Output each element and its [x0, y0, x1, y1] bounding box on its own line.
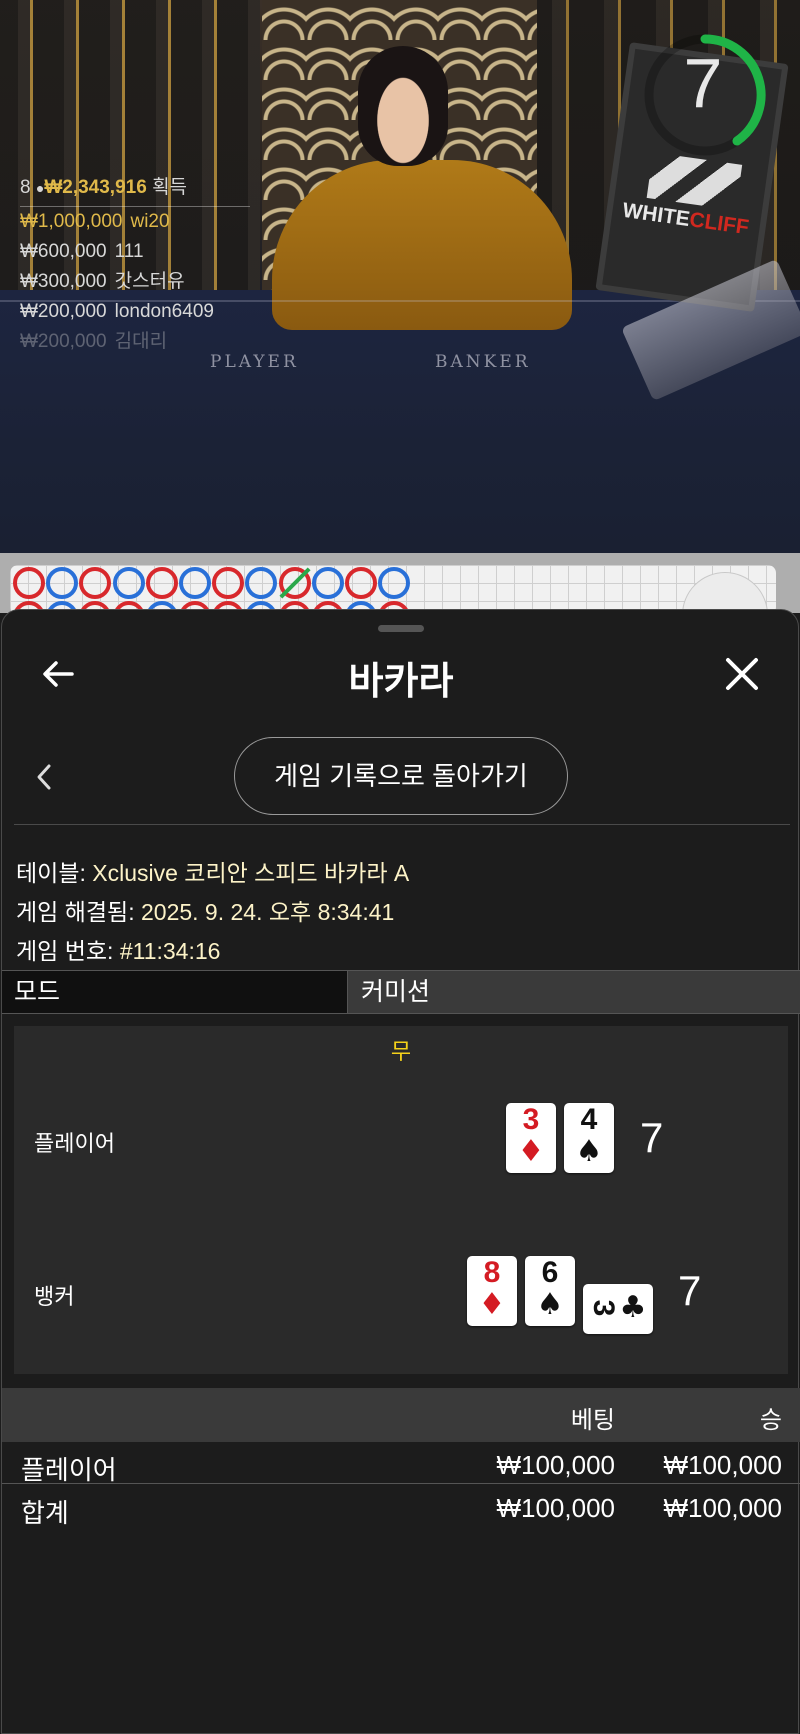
bead-banker	[345, 567, 377, 599]
winner-row: ₩200,000 london6409	[20, 301, 214, 322]
outcome-tie-label: 무	[390, 1039, 412, 1064]
app-root: PLAYER BANKER WHITECLIFF 7 8 ●₩2,343,916…	[0, 0, 800, 1734]
bead-banker	[212, 567, 245, 599]
mode-label: 모드	[2, 971, 347, 1013]
bead-player	[112, 567, 145, 599]
winners-total: ₩2,343,916	[44, 177, 147, 198]
bets-table-row: 플레이어 ₩100,000 ₩100,000	[21, 1450, 782, 1485]
winner-row: ₩1,000,000 wi20	[20, 211, 170, 232]
bead-banker	[145, 567, 178, 599]
dealer-body	[272, 160, 572, 330]
winners-list: 8 ●₩2,343,916 획득 ₩1,000,000 wi20 ₩600,000…	[20, 172, 250, 357]
banker-side-label: 뱅커	[34, 1284, 75, 1309]
winner-row: ₩200,000 김대리	[20, 331, 168, 352]
game-history-panel: 바카라 게임 기록으로 돌아가기 테이블: Xclusive 코리안 스피드 바…	[1, 609, 800, 1734]
row-divider	[2, 1483, 800, 1484]
dealer-head	[358, 46, 448, 166]
win-column-header: 승	[759, 1407, 782, 1434]
result-box: 무 플레이어 3 ♦ 4 ♠ 7 뱅커 8 ♦ 6 ♠ 3 ♣ 7	[14, 1026, 788, 1374]
bead-player	[46, 567, 79, 599]
bead-player	[378, 567, 411, 599]
table-banker-label: BANKER	[435, 352, 531, 372]
banker-card-3: 3 ♣	[583, 1284, 653, 1334]
bead-banker	[13, 567, 45, 599]
bet-column-header: 베팅	[570, 1407, 615, 1434]
winners-label: 획득	[152, 177, 188, 198]
banker-score: 7	[678, 1267, 702, 1314]
back-to-history-button[interactable]: 게임 기록으로 돌아가기	[234, 737, 568, 815]
winners-header: 8 ●₩2,343,916 획득	[20, 172, 250, 207]
banker-card-1: 8 ♦	[467, 1256, 517, 1326]
player-card-1: 3 ♦	[506, 1103, 556, 1173]
live-video[interactable]: PLAYER BANKER WHITECLIFF 7 8 ●₩2,343,916…	[0, 0, 800, 553]
info-game-number: 게임 번호: #11:34:16	[16, 938, 221, 964]
bead-player	[311, 567, 344, 599]
bead-player	[179, 567, 211, 599]
bets-total-row: 합계 ₩100,000 ₩100,000	[21, 1493, 782, 1528]
brand-logo-icon	[646, 152, 743, 211]
countdown-timer: 7	[683, 44, 723, 122]
player-side-label: 플레이어	[34, 1131, 115, 1156]
player-card-2: 4 ♠	[564, 1103, 614, 1173]
bets-table-header: 베팅 승	[2, 1388, 800, 1442]
banker-card-2: 6 ♠	[525, 1256, 575, 1326]
mode-row: 모드 커미션	[2, 970, 800, 1014]
winners-count: 8	[20, 177, 31, 198]
winner-row: ₩300,000 갓스터유	[20, 271, 185, 292]
info-table: 테이블: Xclusive 코리안 스피드 바카라 A	[16, 860, 410, 886]
page-title: 바카라	[348, 661, 454, 703]
divider	[14, 824, 790, 825]
drag-handle[interactable]	[378, 625, 424, 632]
close-icon[interactable]	[724, 656, 760, 692]
winner-row: ₩600,000 111	[20, 241, 144, 262]
mode-value: 커미션	[347, 971, 800, 1013]
info-resolved: 게임 해결됨: 2025. 9. 24. 오후 8:34:41	[16, 899, 395, 925]
player-score: 7	[640, 1114, 664, 1161]
chevron-left-icon[interactable]	[32, 760, 56, 794]
